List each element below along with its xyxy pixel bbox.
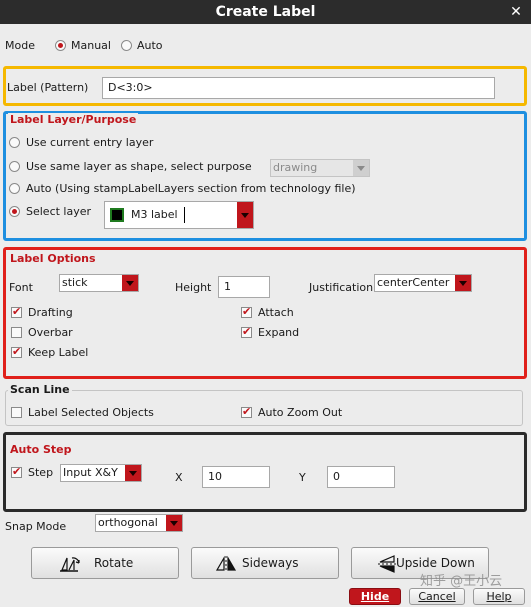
purpose-select-value: drawing	[273, 161, 318, 174]
select-layer-label: Select layer	[26, 205, 92, 218]
keep-label-checkbox[interactable]	[11, 345, 22, 358]
y-label: Y	[299, 471, 306, 484]
justification-select-value: centerCenter	[377, 276, 450, 289]
scan-line-title: Scan Line	[8, 383, 72, 397]
x-label: X	[175, 471, 183, 484]
layer-purpose-highlight	[3, 111, 527, 241]
help-button[interactable]: Help	[473, 588, 525, 605]
chevron-down-icon	[455, 275, 471, 291]
layer-select[interactable]: M3 label	[104, 201, 254, 229]
layer-select-value: M3 label	[131, 208, 178, 221]
expand-label: Expand	[258, 326, 300, 339]
watermark: 知乎 @王小云	[420, 574, 503, 589]
text-cursor	[184, 207, 185, 223]
cancel-button-label: Cancel	[418, 590, 456, 603]
y-input[interactable]: 0	[327, 466, 395, 488]
close-icon[interactable]: ✕	[506, 2, 526, 22]
drafting-checkbox[interactable]	[11, 305, 22, 318]
mode-auto-radio[interactable]	[121, 40, 132, 51]
justification-select[interactable]: centerCenter	[374, 274, 472, 292]
sideways-button-label: Sideways	[242, 556, 299, 570]
font-select[interactable]: stick	[59, 274, 139, 292]
mode-label: Mode	[5, 39, 35, 52]
snap-mode-value: orthogonal	[98, 516, 158, 529]
use-current-layer-label: Use current entry layer	[26, 136, 154, 149]
auto-stamp-label: Auto (Using stampLabelLayers section fro…	[26, 182, 356, 195]
chevron-down-icon	[353, 160, 369, 176]
layer-select-arrow	[237, 202, 253, 228]
step-mode-select[interactable]: Input X&Y	[60, 464, 142, 482]
attach-checkbox[interactable]	[241, 305, 252, 318]
label-selected-objects-label: Label Selected Objects	[28, 406, 154, 419]
auto-stamp-radio[interactable]	[9, 183, 20, 194]
help-button-label: Help	[486, 590, 512, 603]
rotate-icon	[60, 557, 80, 572]
layer-purpose-title: Label Layer/Purpose	[8, 113, 139, 127]
height-input[interactable]: 1	[218, 276, 270, 298]
height-label: Height	[175, 281, 212, 294]
chevron-down-icon	[166, 515, 182, 531]
expand-checkbox[interactable]	[241, 325, 252, 338]
label-pattern-label: Label (Pattern)	[7, 81, 89, 94]
step-checkbox[interactable]	[11, 465, 22, 478]
mode-manual-label: Manual	[71, 39, 111, 52]
overbar-label: Overbar	[28, 326, 73, 339]
hide-button-label: Hide	[360, 590, 390, 603]
rotate-button[interactable]: Rotate	[31, 547, 179, 579]
overbar-checkbox[interactable]	[11, 327, 22, 338]
label-selected-objects-checkbox[interactable]	[11, 407, 22, 418]
upside-down-icon	[378, 555, 396, 573]
label-pattern-input[interactable]: D<3:0>	[102, 77, 495, 99]
select-layer-radio[interactable]	[9, 206, 20, 217]
same-layer-radio[interactable]	[9, 161, 20, 172]
cancel-button[interactable]: Cancel	[409, 588, 465, 605]
keep-label-label: Keep Label	[28, 346, 89, 359]
attach-label: Attach	[258, 306, 294, 319]
window-title: Create Label	[215, 4, 316, 20]
x-input[interactable]: 10	[202, 466, 270, 488]
auto-zoom-out-checkbox[interactable]	[241, 405, 252, 418]
hide-button[interactable]: Hide	[349, 588, 401, 605]
sideways-button[interactable]: Sideways	[191, 547, 339, 579]
auto-step-title: Auto Step	[8, 443, 74, 457]
font-label: Font	[9, 281, 33, 294]
rotate-button-label: Rotate	[94, 556, 134, 570]
step-mode-value: Input X&Y	[63, 466, 118, 479]
drafting-label: Drafting	[28, 306, 73, 319]
mode-auto-label: Auto	[137, 39, 163, 52]
sideways-icon	[215, 555, 237, 572]
justification-label: Justification	[309, 281, 374, 294]
label-options-title: Label Options	[8, 252, 98, 266]
auto-zoom-out-label: Auto Zoom Out	[258, 406, 343, 419]
chevron-down-icon	[122, 275, 138, 291]
purpose-select[interactable]: drawing	[270, 159, 370, 177]
same-layer-label: Use same layer as shape, select purpose	[26, 160, 252, 173]
snap-mode-select[interactable]: orthogonal	[95, 514, 183, 532]
snap-mode-label: Snap Mode	[5, 520, 67, 533]
chevron-down-icon	[241, 213, 249, 218]
chevron-down-icon	[125, 465, 141, 481]
use-current-layer-radio[interactable]	[9, 137, 20, 148]
mode-manual-radio[interactable]	[55, 40, 66, 51]
step-label: Step	[28, 466, 54, 479]
font-select-value: stick	[62, 276, 88, 289]
layer-swatch-icon	[110, 208, 124, 222]
